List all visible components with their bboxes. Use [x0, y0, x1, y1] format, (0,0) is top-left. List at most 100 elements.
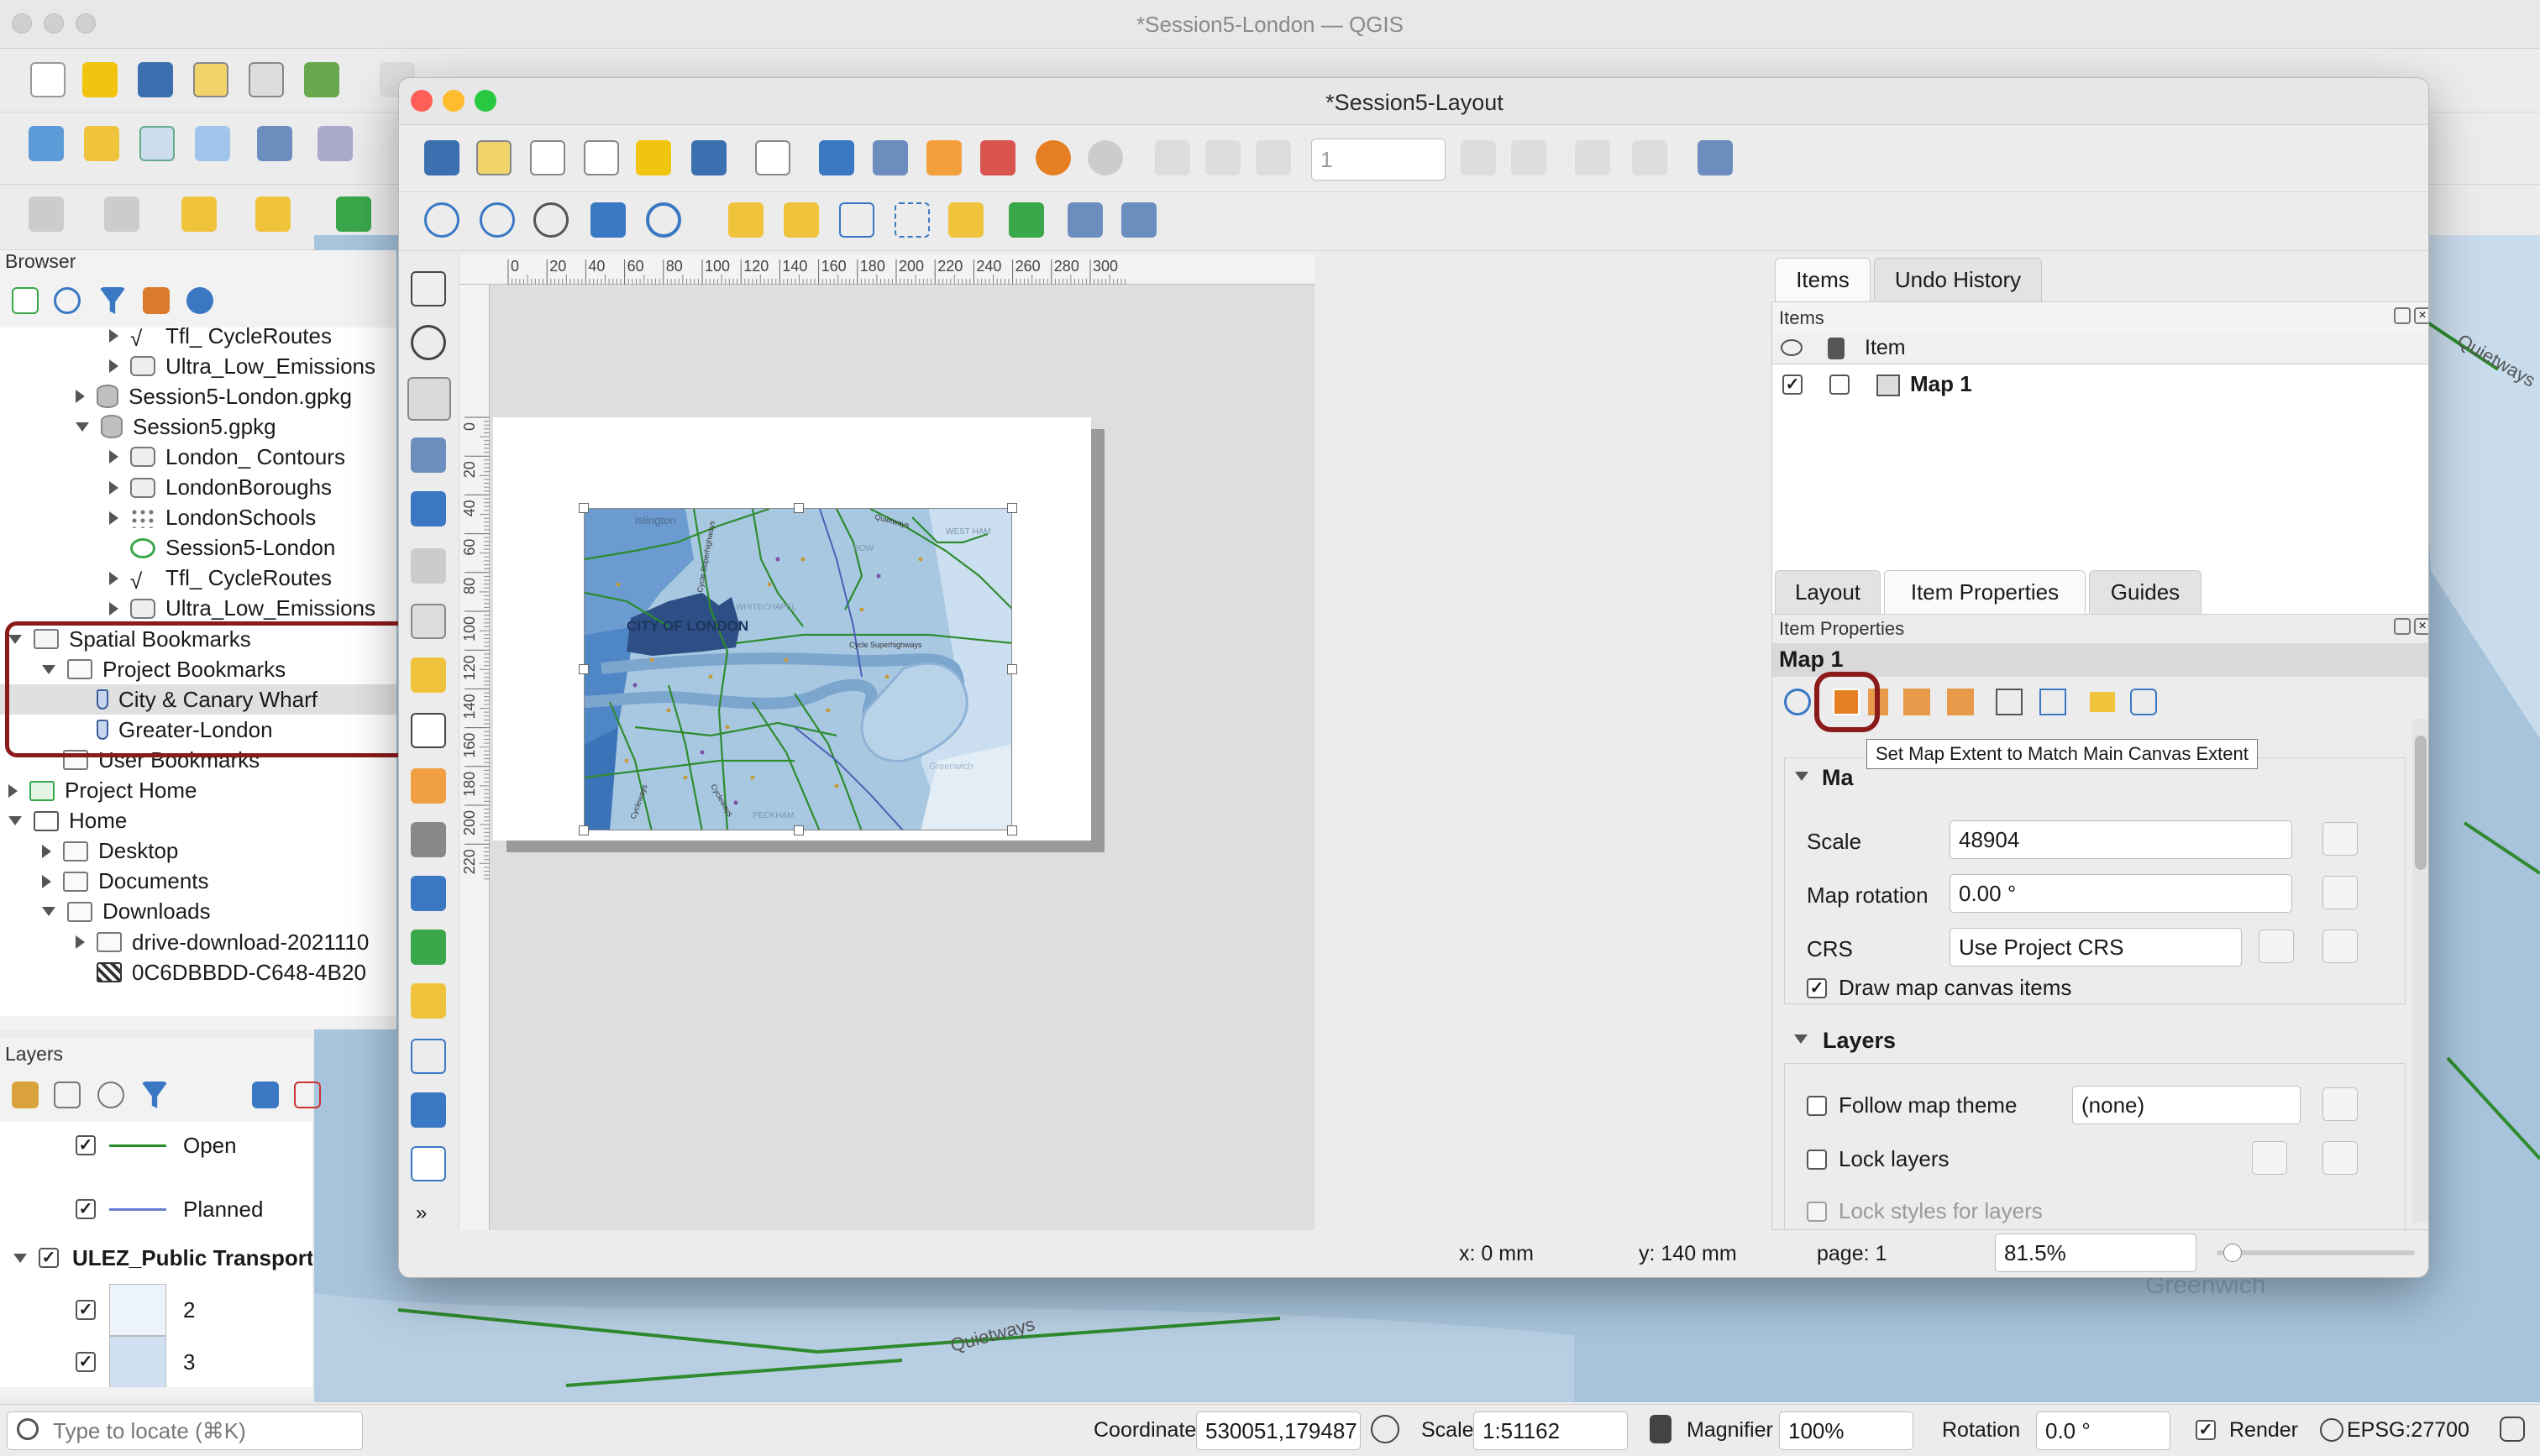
add-selected-layers-icon[interactable] — [12, 287, 39, 314]
coordinate-field[interactable]: 530051,179487 — [1196, 1411, 1361, 1450]
crs-button[interactable]: EPSG:27700 — [2347, 1418, 2469, 1443]
resize-handle[interactable] — [1007, 825, 1017, 835]
browser-row[interactable]: Desktop — [0, 836, 396, 867]
lock-scale-icon[interactable] — [1650, 1415, 1671, 1443]
group-items-icon[interactable] — [839, 202, 874, 238]
expand-chevron-icon[interactable] — [109, 480, 118, 495]
layout-canvas[interactable]: Islington CITY OF LONDON Cycle Superhigh… — [490, 285, 1315, 1277]
crs-select[interactable]: Use Project CRS — [1950, 928, 2242, 966]
scroll-thumb[interactable] — [2415, 736, 2427, 870]
browser-row[interactable]: √ Tfl_ CycleRoutes — [0, 327, 396, 351]
atlas-settings-icon[interactable] — [1698, 140, 1733, 175]
deselect-features-icon[interactable] — [181, 196, 217, 232]
new-layout-icon[interactable] — [476, 140, 512, 175]
tab-guides[interactable]: Guides — [2089, 570, 2202, 614]
data-source-manager-icon[interactable] — [29, 126, 64, 161]
render-checkbox[interactable]: ✓ — [2196, 1420, 2216, 1440]
move-content-icon[interactable] — [411, 437, 446, 473]
map-theme-select[interactable]: (none) — [2072, 1086, 2301, 1124]
lock-styles-checkbox[interactable] — [1807, 1202, 1827, 1222]
layer-visibility-checkbox[interactable]: ✓ — [76, 1352, 96, 1372]
browser-row[interactable]: London_ Contours — [0, 442, 396, 472]
data-defined-override-icon[interactable] — [2322, 822, 2358, 856]
clipping-settings-icon[interactable] — [2130, 689, 2157, 715]
info-icon[interactable] — [186, 287, 213, 314]
bookmarks-icon[interactable] — [1996, 689, 2023, 715]
add-map-icon[interactable] — [411, 548, 446, 584]
zoom-actual-size-icon[interactable] — [533, 202, 569, 238]
layer-row[interactable]: ✓ ULEZ_Public Transport Ac — [0, 1243, 312, 1273]
export-svg-icon[interactable] — [926, 140, 962, 175]
rotation-input[interactable]: 0.00 ° — [1950, 874, 2292, 913]
expand-chevron-icon[interactable] — [42, 874, 51, 888]
item-lock-checkbox[interactable] — [1829, 374, 1850, 395]
close-dock-icon[interactable]: × — [2414, 307, 2428, 324]
expand-chevron-icon[interactable] — [109, 359, 118, 374]
zoom-out-icon[interactable] — [480, 202, 515, 238]
atlas-page-input[interactable]: 1 — [1311, 139, 1446, 181]
next-feature-icon[interactable] — [1461, 140, 1496, 175]
open-project-icon[interactable] — [82, 62, 118, 97]
collapse-chevron-icon[interactable] — [76, 422, 89, 432]
messages-icon[interactable] — [2500, 1417, 2525, 1442]
add-group-icon[interactable] — [54, 1082, 81, 1108]
expand-chevron-icon[interactable] — [42, 844, 51, 858]
expand-chevron-icon[interactable] — [76, 935, 85, 949]
add-polyline-icon[interactable] — [411, 1092, 446, 1128]
manage-map-themes-icon[interactable] — [97, 1082, 124, 1108]
add-arrow-icon[interactable] — [411, 1039, 446, 1074]
zoom-full-icon[interactable] — [590, 202, 626, 238]
browser-row[interactable]: Session5-London.gpkg — [0, 381, 396, 411]
zoom-in-icon[interactable] — [424, 202, 459, 238]
save-as-template-icon[interactable] — [691, 140, 727, 175]
layer-row[interactable]: ✓ Open — [0, 1130, 237, 1160]
data-defined-override-icon[interactable] — [2322, 1141, 2358, 1175]
locator-search-icon[interactable] — [336, 196, 371, 232]
browser-row[interactable]: Documents — [0, 867, 396, 897]
tab-undo-history[interactable]: Undo History — [1874, 258, 2042, 301]
resize-items-icon[interactable] — [1121, 202, 1157, 238]
lock-items-icon[interactable] — [728, 202, 764, 238]
add-label-icon[interactable] — [411, 713, 446, 748]
collapse-chevron-icon[interactable] — [42, 907, 55, 917]
more-tools-chevron-icon[interactable]: » — [416, 1202, 427, 1225]
add-html-icon[interactable] — [411, 1146, 446, 1181]
add-legend-icon[interactable] — [411, 768, 446, 804]
expand-chevron-icon[interactable] — [109, 571, 118, 585]
select-features-icon[interactable] — [29, 196, 64, 232]
properties-scrollbar[interactable] — [2412, 719, 2428, 1223]
zoom-select[interactable]: 81.5% — [1995, 1233, 2196, 1272]
crs-selector-icon[interactable] — [2259, 930, 2294, 963]
rotation-field[interactable]: 0.0 ° — [2036, 1411, 2170, 1450]
select-by-expression-icon[interactable] — [104, 196, 139, 232]
draw-map-canvas-items-checkbox[interactable]: ✓ — [1807, 978, 1827, 998]
new-print-layout-icon[interactable] — [193, 62, 228, 97]
edit-nodes-icon[interactable] — [411, 491, 446, 526]
resize-handle[interactable] — [579, 503, 589, 513]
save-project-icon[interactable] — [138, 62, 173, 97]
magnifier-field[interactable]: 100% — [1779, 1411, 1913, 1450]
layer-visibility-checkbox[interactable]: ✓ — [76, 1300, 96, 1320]
digitize-icon[interactable] — [195, 126, 230, 161]
close-dock-icon[interactable]: × — [2414, 618, 2428, 635]
locator-input[interactable]: Type to locate (⌘K) — [7, 1411, 363, 1450]
ungroup-items-icon[interactable] — [895, 202, 930, 238]
tab-items[interactable]: Items — [1775, 258, 1871, 301]
expand-chevron-icon[interactable] — [76, 390, 85, 404]
resize-handle[interactable] — [579, 825, 589, 835]
collapse-chevron-icon[interactable] — [8, 816, 22, 826]
previous-feature-icon[interactable] — [1256, 140, 1291, 175]
layer-toolbar-icon[interactable] — [257, 126, 292, 161]
resize-handle[interactable] — [1007, 503, 1017, 513]
item-row-map1[interactable]: ✓ Map 1 — [1772, 368, 2428, 401]
map-item[interactable]: Islington CITY OF LONDON Cycle Superhigh… — [584, 508, 1012, 830]
tab-layout[interactable]: Layout — [1775, 570, 1881, 614]
expand-all-icon[interactable] — [252, 1082, 279, 1108]
expand-chevron-icon[interactable] — [109, 511, 118, 525]
raise-items-icon[interactable] — [948, 202, 984, 238]
lock-layers-checkbox[interactable] — [1807, 1150, 1827, 1170]
interactive-extent-icon[interactable] — [2039, 689, 2066, 715]
layout-manager-icon[interactable] — [584, 140, 619, 175]
scale-input[interactable]: 48904 — [1950, 820, 2292, 859]
print-atlas-icon[interactable] — [1575, 140, 1610, 175]
